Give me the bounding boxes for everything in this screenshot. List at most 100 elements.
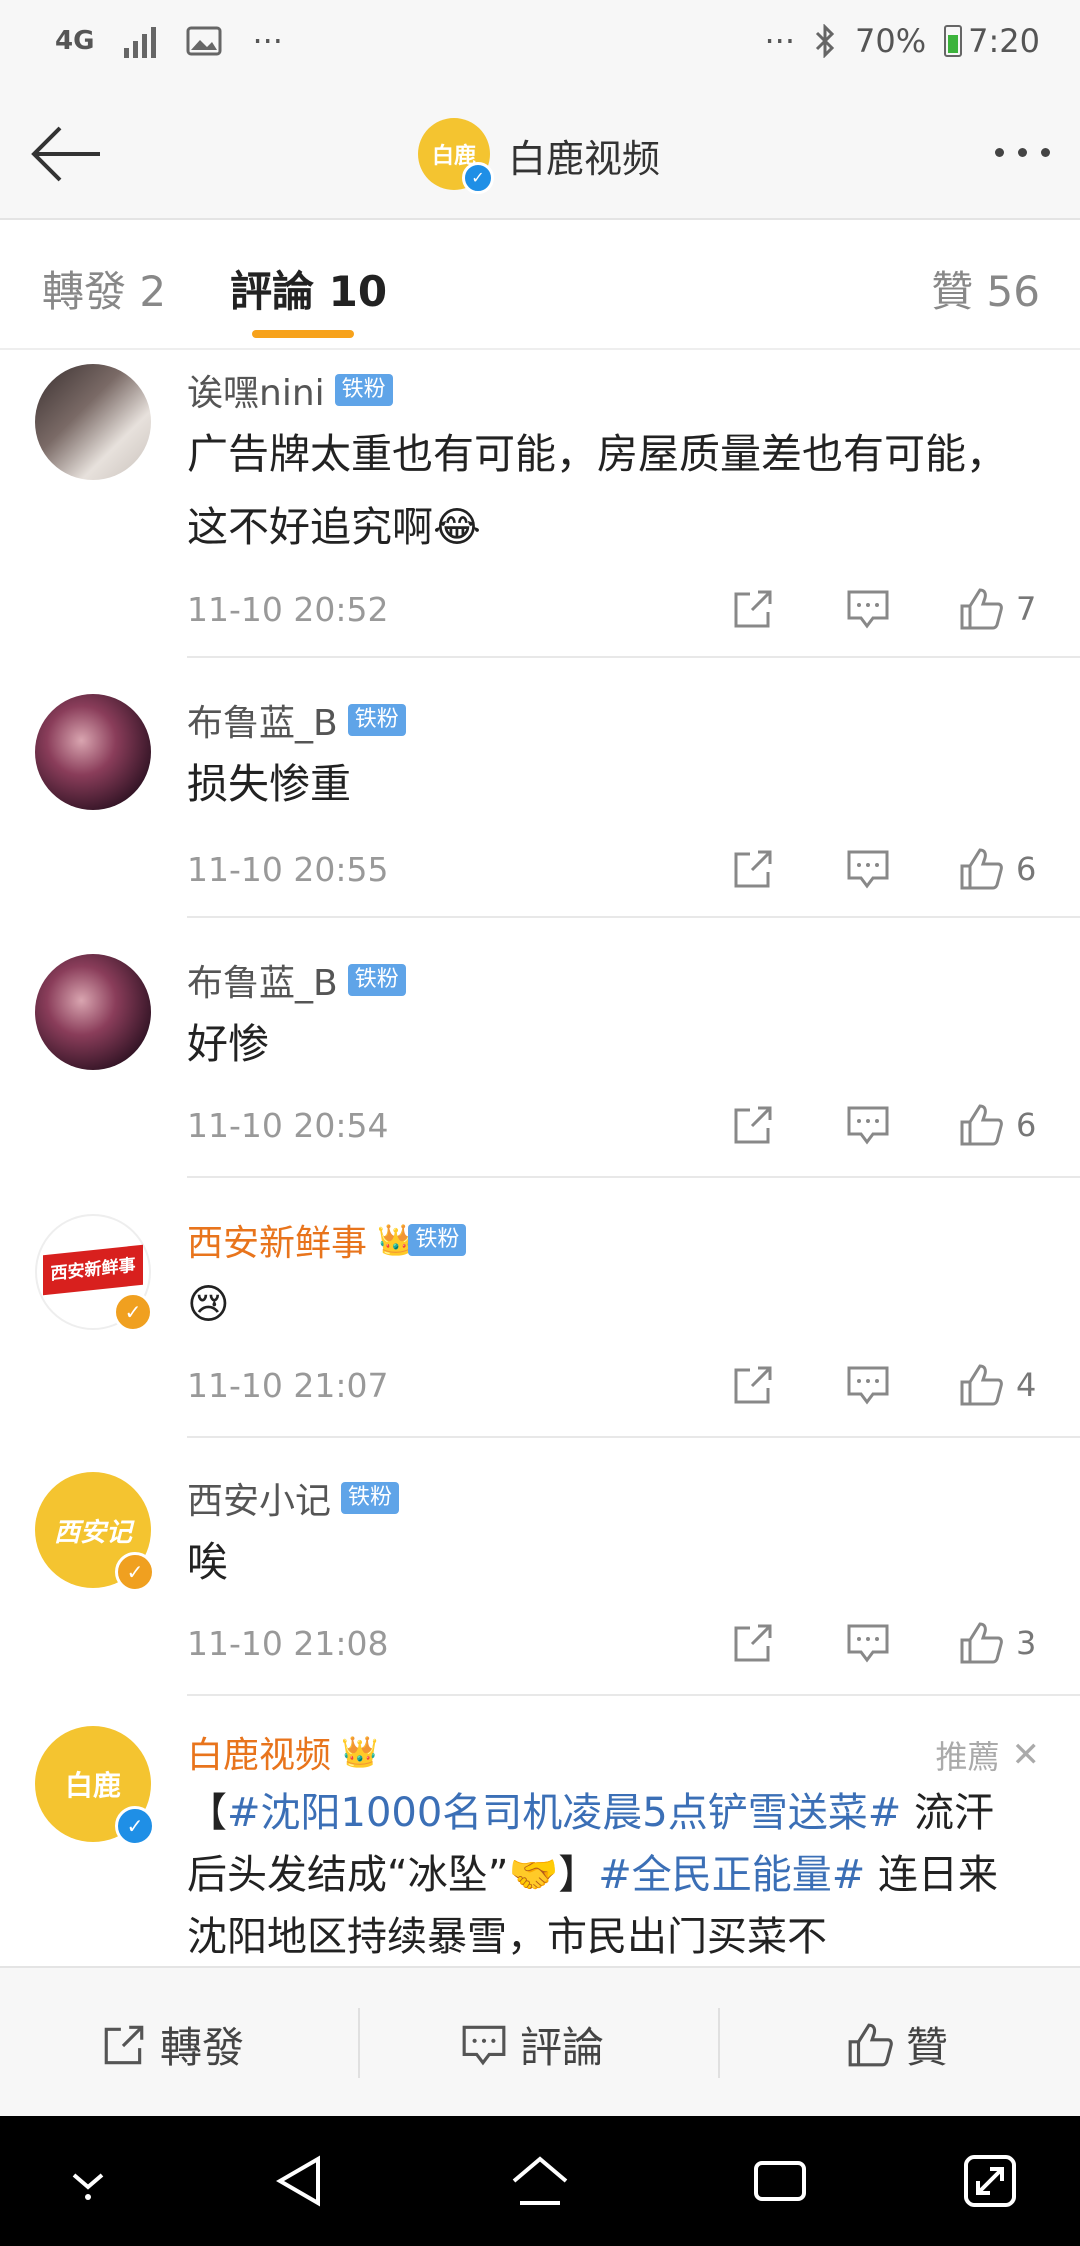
like-comment-button[interactable]: 4 [958,1362,1036,1408]
reply-comment-button[interactable] [845,846,891,892]
hashtag-link[interactable]: #沈阳1000名司机凌晨5点铲雪送菜# [227,1790,901,1836]
tab-comment[interactable]: 評論 10 [230,258,387,319]
share-comment-button[interactable] [730,1102,776,1148]
back-nav-icon[interactable] [270,2151,330,2211]
comment-author[interactable]: 西安新鲜事 👑 铁粉 [187,1214,467,1266]
battery-percent: 70% [855,22,927,60]
fan-badge: 铁粉 [347,704,406,736]
forward-button[interactable]: 轉發 [100,2014,244,2075]
comment-author[interactable]: 布鲁蓝_B 铁粉 [187,694,406,746]
comment-text: 广告牌太重也有可能，房屋质量差也有可能，这不好追究啊😂 [187,430,1007,551]
like-count: 6 [1016,850,1037,888]
divider [187,656,1080,658]
avatar[interactable]: 白鹿 ✓ [35,1726,155,1846]
fan-badge: 铁粉 [341,1482,400,1514]
reply-comment-button[interactable] [845,1620,891,1666]
avatar[interactable] [35,364,151,480]
home-nav-icon[interactable] [508,2151,572,2211]
recommended-post[interactable]: 白鹿 ✓ 白鹿视频 👑 推薦 ✕ 【#沈阳1000名司机凌晨5点铲雪送菜# 流汗后头… [0,1712,1080,1966]
author-name: 西安新鲜事 [187,1223,368,1264]
like-count: 4 [1016,1366,1037,1404]
comment-button[interactable]: 評論 [460,2014,604,2075]
author-name: 布鲁蓝_B [187,963,338,1004]
post-text-start: 【 [187,1790,227,1836]
comment-item: 西安新鲜事 ✓ 西安新鲜事 👑 铁粉 😢 11-10 21:07 4 [0,1200,1080,1440]
bottom-action-bar: 轉發 評論 贊 [0,1966,1080,2118]
comment-time: 11-10 21:07 [187,1366,389,1405]
share-comment-button[interactable] [730,586,776,632]
hashtag-link[interactable]: #全民正能量# [598,1852,865,1898]
comment-icon [847,1366,889,1405]
back-arrow-icon[interactable] [28,122,104,186]
status-dots: ··· [764,22,796,60]
close-icon[interactable]: ✕ [1012,1735,1041,1775]
comment-item: 布鲁蓝_B 铁粉 好惨 11-10 20:54 6 [0,940,1080,1180]
channel-title[interactable]: 白鹿视频 [508,128,660,183]
author-name: 白鹿视频 [187,1735,332,1776]
share-icon [734,590,772,628]
post-author[interactable]: 白鹿视频 👑 [187,1726,378,1778]
avatar-logo-text: 白鹿 [64,1769,121,1802]
thumbs-up-icon [960,848,1003,890]
bluetooth-icon [815,24,835,58]
clock: 7:20 [968,22,1040,60]
recent-apps-icon[interactable] [748,2151,812,2211]
share-comment-button[interactable] [730,1362,776,1408]
fan-badge: 铁粉 [408,1224,467,1256]
comment-author[interactable]: 诶嘿nini 铁粉 [187,364,393,416]
top-header: 白鹿 ✓ 白鹿视频 [0,90,1080,220]
channel-avatar[interactable]: 白鹿 ✓ [418,118,494,194]
like-count: 7 [1016,590,1037,628]
verified-badge-icon: ✓ [462,162,494,194]
like-button[interactable]: 贊 [846,2014,948,2075]
tab-forward[interactable]: 轉發 2 [42,258,166,319]
share-icon [104,2025,144,2064]
comment-time: 11-10 20:54 [187,1106,389,1145]
comment-author[interactable]: 西安小记 铁粉 [187,1472,400,1524]
comment-label: 評論 [520,2023,605,2072]
avatar[interactable] [35,694,151,810]
recommend-text: 推薦 [935,1738,1000,1776]
avatar[interactable]: 西安记 ✓ [35,1472,155,1592]
expand-nav-icon[interactable] [960,2151,1020,2211]
comment-author[interactable]: 布鲁蓝_B 铁粉 [187,954,406,1006]
hide-nav-icon[interactable] [62,2151,114,2211]
share-comment-button[interactable] [730,846,776,892]
like-comment-button[interactable]: 7 [958,586,1036,632]
reply-comment-button[interactable] [845,586,891,632]
more-options-icon[interactable] [995,148,1050,157]
divider [187,1436,1080,1438]
comment-item: 诶嘿nini 铁粉 广告牌太重也有可能，房屋质量差也有可能，这不好追究啊😂 11-… [0,350,1080,658]
more-notifications: ··· [252,22,283,60]
recommend-label: 推薦 ✕ [935,1732,1040,1778]
comment-time: 11-10 21:08 [187,1624,389,1663]
like-count: 6 [1016,1106,1037,1144]
verified-badge-icon: ✓ [115,1806,155,1846]
divider [358,2008,360,2078]
divider [187,916,1080,918]
avatar[interactable]: 西安新鲜事 ✓ [35,1214,153,1332]
like-comment-button[interactable]: 3 [958,1620,1036,1666]
comment-icon [847,850,889,889]
reply-comment-button[interactable] [845,1102,891,1148]
share-icon [734,1106,772,1144]
forward-label: 轉發 [160,2023,245,2072]
like-comment-button[interactable]: 6 [958,1102,1036,1148]
divider [187,1176,1080,1178]
tab-like[interactable]: 贊 56 [931,258,1040,319]
like-comment-button[interactable]: 6 [958,846,1036,892]
verified-badge-icon: ✓ [115,1552,155,1592]
share-icon [734,850,772,888]
fan-badge: 铁粉 [347,964,406,996]
avatar-logo-text: 西安记 [53,1517,132,1548]
comment-icon [847,590,889,629]
avatar[interactable] [35,954,151,1070]
reply-comment-button[interactable] [845,1362,891,1408]
status-bar: 4G ··· ··· 70% 7:20 [0,0,1080,90]
share-icon [734,1366,772,1404]
image-notification-icon [186,26,222,56]
author-name: 诶嘿nini [187,373,325,414]
share-comment-button[interactable] [730,1620,776,1666]
author-name: 西安小记 [187,1481,332,1522]
battery-icon [944,25,963,57]
